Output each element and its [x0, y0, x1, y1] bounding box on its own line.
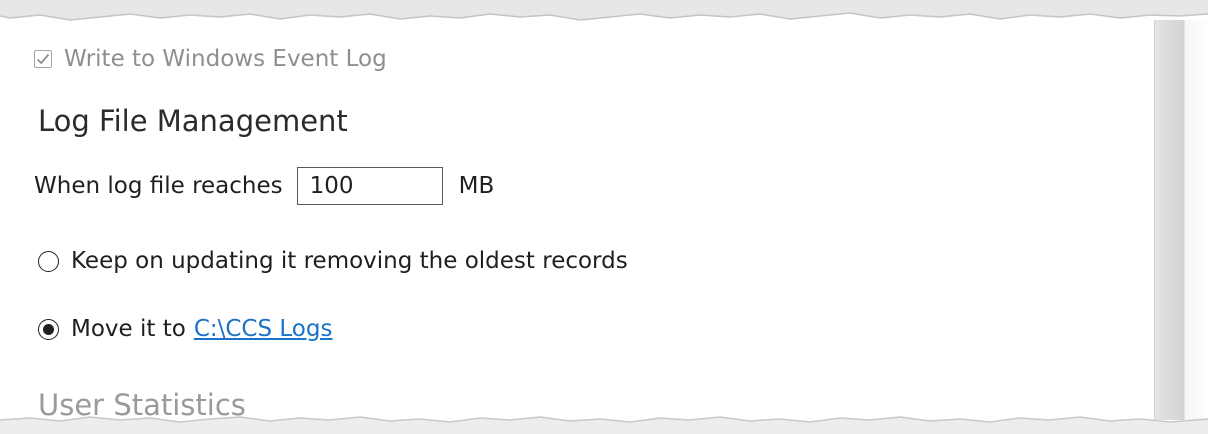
- log-size-input[interactable]: 100: [296, 167, 443, 205]
- event-log-label: Write to Windows Event Log: [64, 46, 387, 72]
- content-area: [12, 22, 1154, 420]
- move-log-folder-link[interactable]: C:\CCS Logs: [194, 316, 333, 342]
- checkbox-checked-icon[interactable]: [34, 50, 52, 68]
- radio-dot: [43, 323, 54, 335]
- event-log-option[interactable]: Write to Windows Event Log: [34, 44, 387, 74]
- keep-updating-label: Keep on updating it removing the oldest …: [71, 248, 628, 274]
- log-size-value: 100: [309, 173, 354, 199]
- window-right-edge: [1184, 20, 1208, 420]
- move-log-label: Move it to: [71, 316, 186, 342]
- log-size-unit: MB: [458, 173, 495, 199]
- move-log-option[interactable]: Move it to C:\CCS Logs: [38, 312, 332, 346]
- vertical-scrollbar[interactable]: [1154, 20, 1184, 420]
- torn-bottom-edge: [0, 416, 1208, 434]
- settings-panel: Write to Windows Event Log Log File Mana…: [0, 0, 1208, 434]
- section-title-log-file-management: Log File Management: [38, 104, 348, 138]
- log-size-label: When log file reaches: [34, 173, 283, 199]
- log-size-row: When log file reaches 100 MB: [34, 166, 494, 206]
- radio-empty-icon[interactable]: [38, 250, 59, 272]
- keep-updating-option[interactable]: Keep on updating it removing the oldest …: [38, 244, 628, 278]
- radio-selected-icon[interactable]: [38, 318, 59, 340]
